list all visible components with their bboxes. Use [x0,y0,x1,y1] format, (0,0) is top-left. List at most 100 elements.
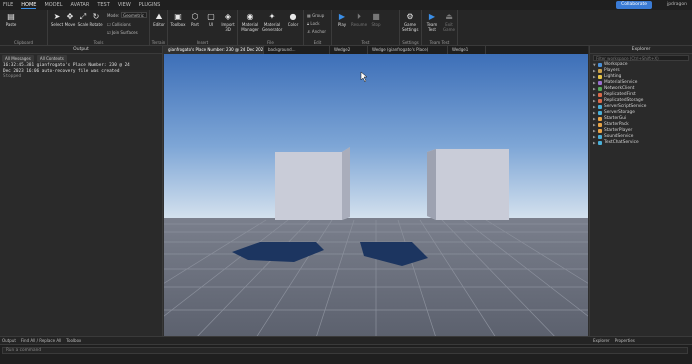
service-icon [598,75,602,79]
collaborate-button[interactable]: Collaborate [616,1,652,9]
move-icon: ✥ [66,12,74,21]
join-surfaces-toggle[interactable]: ☑ Join Surfaces [107,30,138,35]
tab-wedge2[interactable]: Wedge2 [330,46,368,54]
stop-icon: ■ [372,12,380,21]
anchor-button[interactable]: ⚓︎ Anchor [307,29,326,34]
collisions-toggle[interactable]: ☐ Collisions [107,22,131,27]
team-test-group: ▶ Team Test ⏏ Exit Game Team Test [422,10,458,46]
output-panel: Output All Messages All Contexts 16:32:4… [0,46,163,344]
mode-select[interactable]: Geometric [121,12,147,18]
explorer-title: Explorer [590,46,692,54]
terrain-editor-button[interactable]: ⛰ Editor [151,12,167,27]
tools-group: ➤ Select ✥ Move ⤢ Scale ↻ Rotate Mode: Geome… [48,10,150,46]
exit-game-button[interactable]: ⏏ Exit Game [441,12,457,32]
left-cube[interactable] [275,147,350,220]
group-button[interactable]: ▦ Group [307,13,324,18]
user-menu[interactable]: jpdragon [667,2,687,7]
menu-home[interactable]: HOME [21,2,37,9]
tab-explorer[interactable]: Explorer [593,338,610,343]
left-bottom-tabs: Output Find All / Replace All Toolbox [2,338,81,343]
menu-plugins[interactable]: PLUGINS [139,2,160,9]
color-button[interactable]: ● Color [285,12,301,27]
ui-icon: ▢ [207,12,215,21]
toolbox-button[interactable]: ▣ Toolbox [170,12,186,27]
generator-icon: ✦ [268,12,276,21]
service-icon [598,117,602,121]
paste-button[interactable]: ▤ Paste [3,12,19,27]
tab-toolbox[interactable]: Toolbox [66,338,81,343]
team-test-icon: ▶ [428,12,436,21]
output-title: Output [0,46,162,54]
service-icon [598,99,602,103]
ui-button[interactable]: ▢ UI [203,12,219,27]
edit-group: ▦ Group 🔒︎ Lock ⚓︎ Anchor Edit [304,10,332,46]
scale-icon: ⤢ [79,12,87,21]
editor-tabs: gianfrogato's Place Number: 230 @ 24 Dec… [164,46,588,54]
messages-filter[interactable]: All Messages [2,55,34,62]
part-button[interactable]: ⬡ Part [187,12,203,27]
material-generator-button[interactable]: ✦ Material Generator [262,12,282,32]
service-icon [598,135,602,139]
tab-background[interactable]: background... [264,46,330,54]
mode-label: Mode: [107,13,120,18]
service-icon [598,87,602,91]
material-manager-button[interactable]: ◉ Material Manager [240,12,260,32]
right-cube[interactable] [427,149,509,220]
explorer-tree: ▼ Workspace ▶ Players ▶ Lighting ▶ MaterialServ… [590,62,692,146]
cube-icon: ⬡ [191,12,199,21]
right-bottom-tabs: Explorer Properties [593,338,635,343]
game-settings-button[interactable]: ⚙ Game Settings [402,12,418,32]
tab-wedge1[interactable]: Wedge1 [448,46,486,54]
exit-icon: ⏏ [445,12,453,21]
file-group: ◉ Material Manager ✦ Material Generator ● C… [238,10,304,46]
menu-bar: FILE HOME MODEL AVATAR TEST VIEW PLUGINS [3,2,160,9]
terrain-icon: ⛰ [155,12,163,21]
import-icon: ◈ [224,12,232,21]
resume-button[interactable]: ⏵ Resume [351,12,367,27]
terrain-group: ⛰ Editor Terrain [150,10,168,46]
import-3d-button[interactable]: ◈ Import 3D [220,12,236,32]
color-icon: ● [289,12,297,21]
output-filters: All Messages All Contexts [0,54,162,63]
right-cube-side [427,149,436,220]
title-bar: FILE HOME MODEL AVATAR TEST VIEW PLUGINS… [0,0,692,10]
service-icon [598,129,602,133]
command-input[interactable]: Run a command [2,347,688,354]
tab-place[interactable]: gianfrogato's Place Number: 230 @ 24 Dec… [164,46,264,54]
tab-wedge[interactable]: Wedge (gianfrogato's Place) [368,46,448,54]
service-icon [598,123,602,127]
rotate-button[interactable]: ↻ Rotate [88,12,104,27]
explorer-panel: Explorer Filter workspace (Ctrl+Shift+X)… [589,46,692,344]
menu-test[interactable]: TEST [97,2,109,9]
service-icon [598,111,602,115]
explorer-search-input[interactable]: Filter workspace (Ctrl+Shift+X) [593,55,689,61]
material-icon: ◉ [246,12,254,21]
toolbox-icon: ▣ [174,12,182,21]
scene [164,54,588,344]
play-icon: ▶ [338,12,346,21]
clipboard-group: ▤ Paste Clipboard [0,10,48,46]
output-log: 16:32:45.381 gianfrogato's Place Number:… [0,63,162,80]
rotate-icon: ↻ [92,12,100,21]
menu-view[interactable]: VIEW [118,2,131,9]
insert-group: ▣ Toolbox ⬡ Part ▢ UI ◈ Import 3D Insert [168,10,238,46]
menu-model[interactable]: MODEL [44,2,62,9]
explorer-item[interactable]: ▶ TextChatService [593,140,692,146]
ribbon-toolbar: ▤ Paste Clipboard ➤ Select ✥ Move ⤢ Scale ↻ R… [0,10,692,46]
service-icon [598,81,602,85]
stop-button[interactable]: ■ Stop [368,12,384,27]
tab-find-replace[interactable]: Find All / Replace All [21,338,61,343]
command-bar: Run a command [0,344,692,364]
service-icon [598,141,602,145]
tab-output[interactable]: Output [2,338,16,343]
settings-group: ⚙ Game Settings Settings [400,10,422,46]
bottom-panel-tabs: Output Find All / Replace All Toolbox Ex… [0,336,692,344]
file-menu[interactable]: FILE [3,2,13,9]
play-button[interactable]: ▶ Play [334,12,350,27]
menu-avatar[interactable]: AVATAR [71,2,90,9]
team-test-button[interactable]: ▶ Team Test [424,12,440,32]
tab-properties[interactable]: Properties [615,338,635,343]
contexts-filter[interactable]: All Contexts [36,55,67,62]
lock-button[interactable]: 🔒︎ Lock [307,21,320,26]
3d-viewport[interactable] [164,54,588,344]
